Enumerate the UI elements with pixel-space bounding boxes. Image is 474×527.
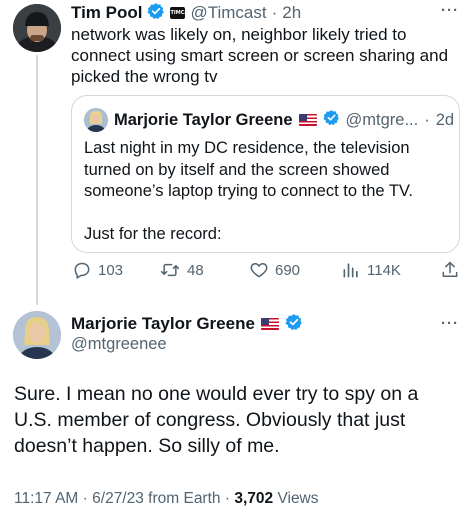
quoted-tweet-text: Last night in my DC residence, the telev… [84, 138, 444, 246]
tweet1-separator: · [271, 3, 278, 22]
tweet1-text: network was likely on, neighbor likely t… [71, 25, 449, 86]
quoted-author-name[interactable]: Marjorie Taylor Greene [114, 111, 293, 130]
quoted-tweet-card[interactable]: Marjorie Taylor Greene @mtgre... · 2d La… [71, 95, 460, 253]
tweet2-views-count: 3,702 [234, 490, 274, 507]
reply-icon [74, 262, 90, 279]
views-count: 114K [367, 261, 401, 279]
views-button[interactable]: 114K [341, 260, 401, 280]
more-icon[interactable]: ··· [441, 315, 459, 332]
reply-button[interactable]: 103 [72, 260, 123, 280]
share-icon [442, 261, 458, 277]
timcast-badge-icon: TIMCAST [170, 7, 195, 19]
tweet2-views-label: Views [277, 490, 319, 507]
tweet2-source: from Earth [148, 490, 221, 507]
tim-pool-avatar[interactable] [13, 4, 61, 52]
views-icon [343, 263, 358, 278]
quoted-time[interactable]: 2d [436, 111, 454, 130]
verified-icon [147, 2, 165, 25]
us-flag-icon [260, 318, 279, 330]
like-count: 690 [275, 261, 301, 279]
retweet-icon [160, 263, 180, 277]
tweet1-author-name[interactable]: Tim Pool [71, 3, 142, 23]
more-icon[interactable]: ··· [441, 2, 459, 19]
quoted-paragraph-2: Just for the record: [84, 225, 222, 243]
tweet2-metadata: 11:17 AM · 6/27/23 from Earth · 3,702 Vi… [14, 490, 319, 508]
tweet1-handle[interactable]: @Timcast [190, 3, 266, 23]
tweet1-action-bar: 103 48 690 114K [72, 260, 464, 284]
quoted-author-handle[interactable]: @mtgre... [346, 111, 419, 130]
quoted-separator: · [424, 110, 430, 129]
tweet2-date[interactable]: 6/27/23 [92, 490, 144, 507]
tweet2-author-name[interactable]: Marjorie Taylor Greene [71, 314, 255, 334]
thread-connector-line [36, 55, 38, 305]
like-icon [250, 263, 268, 278]
tweet2-time[interactable]: 11:17 AM [14, 490, 78, 507]
tweet2-text: Sure. I mean no one would ever try to sp… [14, 383, 419, 457]
tweet2-header: Marjorie Taylor Greene [71, 313, 303, 335]
meta-separator: · [82, 490, 88, 507]
like-button[interactable]: 690 [249, 260, 300, 280]
verified-icon [285, 313, 303, 336]
reply-count: 103 [98, 261, 124, 279]
us-flag-icon [298, 114, 317, 126]
tweet2-handle[interactable]: @mtgreenee [71, 335, 167, 354]
verified-icon [322, 109, 340, 131]
retweet-count: 48 [187, 261, 204, 279]
share-button[interactable] [440, 260, 460, 280]
meta-separator: · [224, 490, 231, 507]
quoted-tweet-header: Marjorie Taylor Greene @mtgre... · 2d [84, 108, 454, 132]
tweet1-time[interactable]: 2h [282, 3, 301, 23]
quoted-author-avatar [84, 108, 108, 132]
mtg-avatar[interactable] [13, 311, 61, 359]
quoted-paragraph-1: Last night in my DC residence, the telev… [84, 139, 413, 200]
retweet-button[interactable]: 48 [159, 260, 204, 280]
tweet1-header: Tim Pool TIMCAST @Timcast · 2h [71, 2, 301, 24]
